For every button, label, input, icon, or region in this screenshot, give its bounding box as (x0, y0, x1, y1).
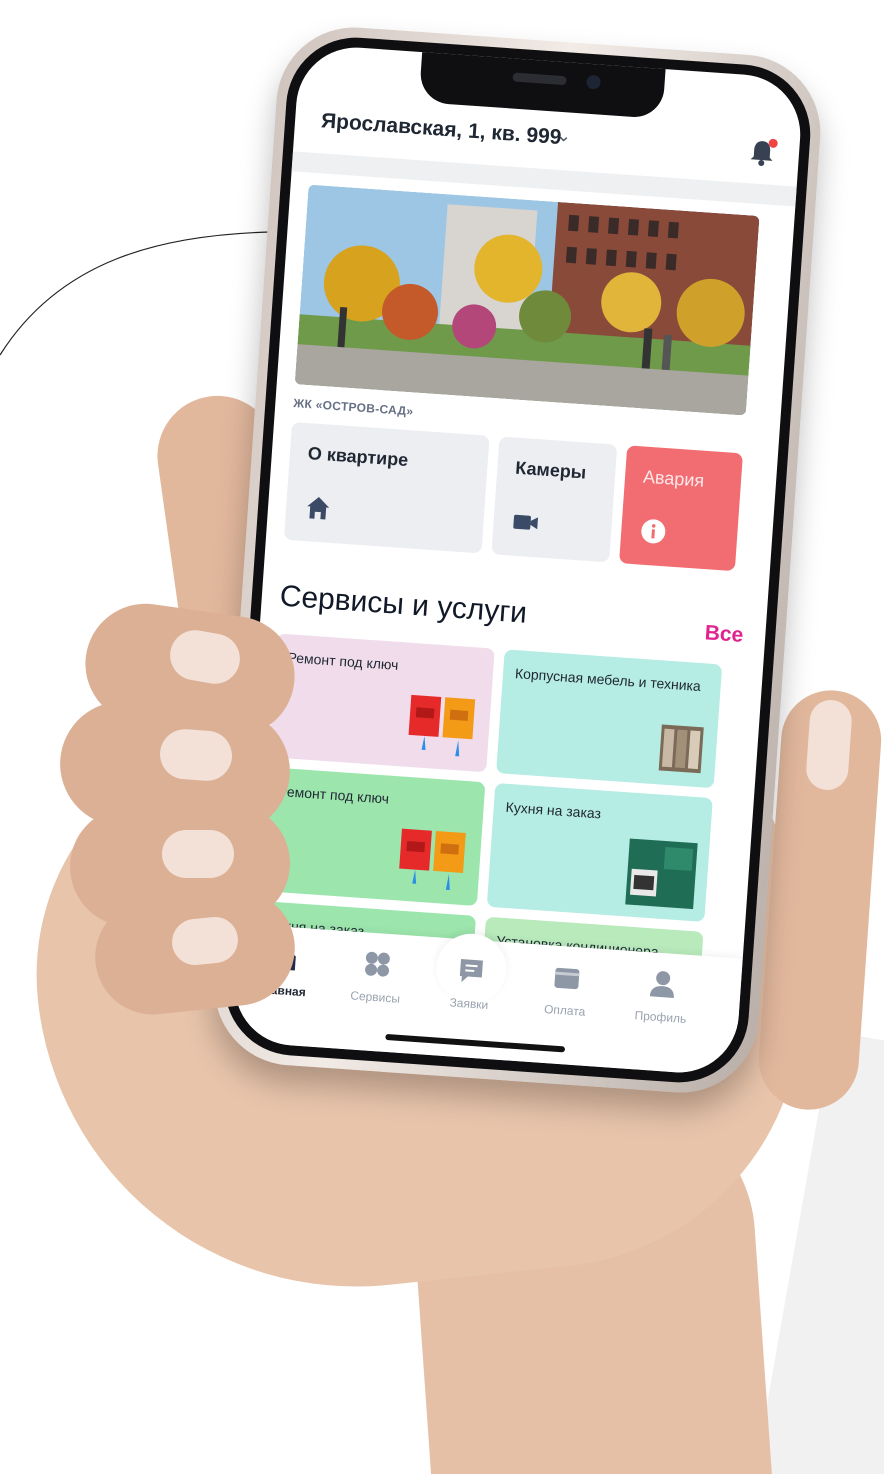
tile-label: Камеры (514, 457, 587, 483)
scene: Ярославская, 1, кв. 999 ⌄ ЖК «ОСТРОВ-САД… (0, 0, 884, 1474)
tile-label: Авария (642, 466, 705, 491)
service-card[interactable]: Кухня на заказ (486, 783, 713, 922)
info-icon (641, 519, 666, 544)
notification-dot (768, 138, 778, 149)
service-card[interactable]: Ремонт под ключ (268, 633, 495, 773)
profile-icon (649, 971, 674, 998)
chat-icon (459, 959, 483, 983)
services-title: Сервисы и услуги (278, 579, 529, 630)
service-card-label: Корпусная мебель и техника (514, 665, 702, 695)
phone: Ярославская, 1, кв. 999 ⌄ ЖК «ОСТРОВ-САД… (209, 22, 826, 1098)
address-selector[interactable]: Ярославская, 1, кв. 999 (320, 109, 562, 150)
bell-icon[interactable] (748, 137, 778, 167)
grid-icon (365, 951, 390, 977)
service-card-label: Кухня на заказ (505, 798, 602, 822)
complex-name: ЖК «ОСТРОВ-САД» (292, 396, 414, 419)
tile-label: О квартире (307, 443, 409, 471)
tab-label: Сервисы (349, 988, 401, 1006)
complex-photo[interactable] (294, 184, 760, 416)
wardrobe-illustration (658, 724, 704, 774)
service-card[interactable]: Ремонт под ключ (259, 767, 486, 907)
video-camera-icon (513, 514, 539, 530)
renovation-illustration (399, 828, 466, 891)
home-indicator[interactable] (385, 1033, 566, 1053)
fingernail (158, 727, 234, 783)
renovation-illustration (408, 694, 476, 757)
service-card-label: Ремонт под ключ (287, 649, 399, 673)
speaker (512, 72, 567, 86)
chevron-down-icon[interactable]: ⌄ (556, 126, 572, 147)
tab-profile[interactable]: Профиль (615, 966, 709, 1027)
home-icon (307, 496, 330, 520)
service-card-label: Ремонт под ключ (277, 782, 390, 807)
services-all-link[interactable]: Все (704, 621, 744, 648)
tab-label: Профиль (634, 1008, 687, 1026)
tab-label: Оплата (543, 1001, 586, 1019)
fingernail (804, 698, 854, 792)
tab-label: Заявки (449, 995, 489, 1013)
tile-emergency[interactable]: Авария (619, 445, 743, 572)
phone-screen: Ярославская, 1, кв. 999 ⌄ ЖК «ОСТРОВ-САД… (230, 43, 805, 1077)
front-camera (586, 74, 601, 90)
wallet-icon (554, 967, 580, 990)
tab-payment[interactable]: Оплата (519, 959, 613, 1020)
tab-services[interactable]: Сервисы (330, 946, 424, 1007)
kitchen-illustration (625, 838, 698, 910)
service-card[interactable]: Корпусная мебель и техника (496, 649, 723, 789)
tab-requests[interactable]: Заявки (424, 931, 518, 1014)
tile-cameras[interactable]: Камеры (491, 436, 618, 563)
phone-bezel: Ярославская, 1, кв. 999 ⌄ ЖК «ОСТРОВ-САД… (220, 32, 815, 1088)
tile-about-apartment[interactable]: О квартире (283, 421, 490, 554)
fingernail (162, 830, 234, 878)
